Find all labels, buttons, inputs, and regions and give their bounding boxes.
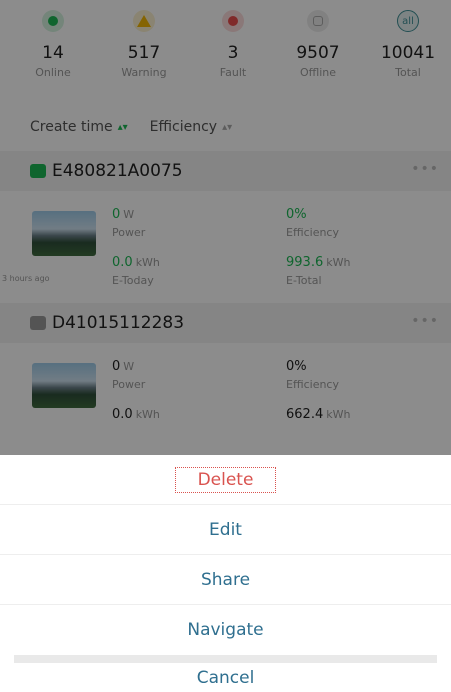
navigate-button[interactable]: Navigate	[0, 605, 451, 655]
share-button[interactable]: Share	[0, 555, 451, 605]
delete-button[interactable]: Delete	[0, 455, 451, 505]
sheet-divider	[14, 655, 437, 663]
cancel-button[interactable]: Cancel	[0, 663, 451, 692]
modal-backdrop[interactable]	[0, 0, 451, 455]
edit-button[interactable]: Edit	[0, 505, 451, 555]
action-sheet: Delete Edit Share Navigate Cancel	[0, 455, 451, 692]
delete-label: Delete	[174, 466, 277, 493]
